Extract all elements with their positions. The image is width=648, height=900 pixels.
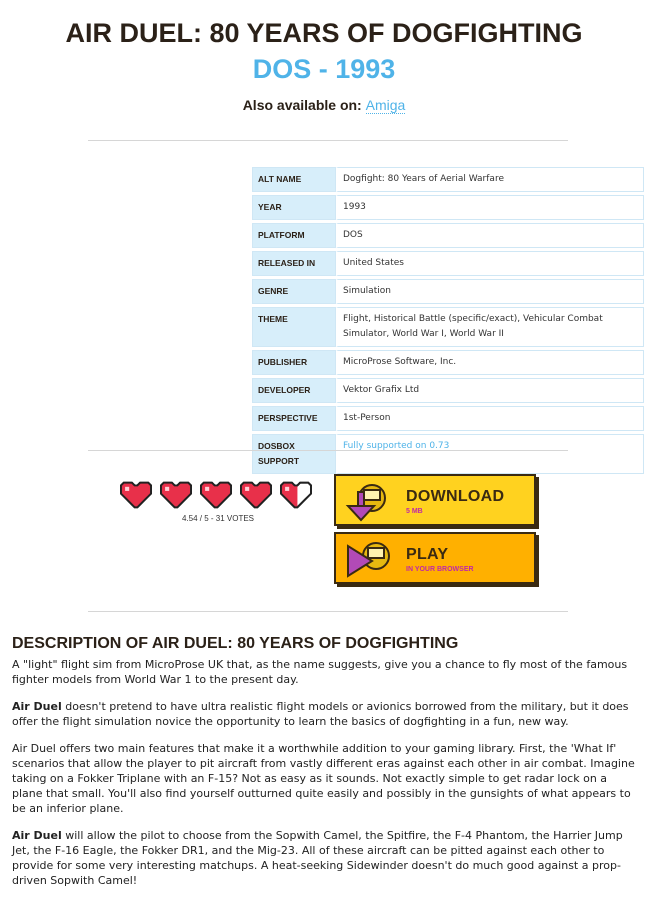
info-row: GENRE Simulation: [252, 279, 644, 304]
paragraph-text: will allow the pilot to choose from the …: [12, 829, 623, 887]
info-value: Dogfight: 80 Years of Aerial Warfare: [336, 167, 644, 192]
info-key: PLATFORM: [252, 223, 336, 248]
page-title: AIR DUEL: 80 YEARS OF DOGFIGHTING: [65, 18, 583, 48]
play-label: PLAY: [406, 546, 449, 563]
also-available-label: Also available on:: [242, 97, 362, 113]
info-row: PERSPECTIVE 1st-Person: [252, 406, 644, 431]
description-paragraph: A "light" flight sim from MicroProse UK …: [12, 658, 628, 686]
divider: [88, 611, 568, 612]
heart-icon[interactable]: [198, 480, 234, 510]
play-sub: IN YOUR BROWSER: [406, 566, 474, 573]
download-label: DOWNLOAD: [406, 488, 505, 505]
info-key: DOSBOX SUPPORT: [252, 434, 336, 474]
amiga-link[interactable]: Amiga: [365, 97, 406, 114]
info-value[interactable]: Fully supported on 0.73: [336, 434, 644, 474]
heart-icon[interactable]: [238, 480, 274, 510]
info-row: RELEASED IN United States: [252, 251, 644, 276]
info-key: PERSPECTIVE: [252, 406, 336, 431]
info-row: PLATFORM DOS: [252, 223, 644, 248]
info-key: RELEASED IN: [252, 251, 336, 276]
info-row: DOSBOX SUPPORT Fully supported on 0.73: [252, 434, 644, 474]
info-value: United States: [336, 251, 644, 276]
description-section: DESCRIPTION OF AIR DUEL: 80 YEARS OF DOG…: [12, 636, 638, 900]
info-value: MicroProse Software, Inc.: [336, 350, 644, 375]
info-row: THEME Flight, Historical Battle (specific…: [252, 307, 644, 347]
info-key: PUBLISHER: [252, 350, 336, 375]
game-name-bold: Air Duel: [12, 700, 62, 713]
game-name-bold: Air Duel: [12, 829, 62, 842]
info-row: PUBLISHER MicroProse Software, Inc.: [252, 350, 644, 375]
paragraph-text: doesn't pretend to have ultra realistic …: [12, 700, 629, 728]
game-info-table: ALT NAME Dogfight: 80 Years of Aerial War…: [252, 164, 644, 477]
info-key: YEAR: [252, 195, 336, 220]
info-key: THEME: [252, 307, 336, 347]
divider: [88, 450, 568, 451]
description-heading: DESCRIPTION OF AIR DUEL: 80 YEARS OF DOG…: [12, 635, 459, 652]
info-row: YEAR 1993: [252, 195, 644, 220]
info-row: DEVELOPER Vektor Grafix Ltd: [252, 378, 644, 403]
info-value: DOS: [336, 223, 644, 248]
description-paragraph: Air Duel doesn't pretend to have ultra r…: [12, 699, 638, 729]
info-row: ALT NAME Dogfight: 80 Years of Aerial War…: [252, 167, 644, 192]
download-size: 5 MB: [406, 508, 423, 515]
info-key: DEVELOPER: [252, 378, 336, 403]
rating-votes: 4.54 / 5 - 31 VOTES: [181, 514, 255, 523]
also-available: Also available on: Amiga: [0, 97, 648, 114]
download-button[interactable]: DOWNLOAD 5 MB: [334, 474, 536, 526]
info-value: Simulation: [336, 279, 644, 304]
info-value: 1st-Person: [336, 406, 644, 431]
play-disk-icon: [344, 540, 396, 584]
heart-icon[interactable]: [118, 480, 154, 510]
divider: [88, 140, 568, 141]
info-key: GENRE: [252, 279, 336, 304]
info-key: ALT NAME: [252, 167, 336, 192]
platform-year-subtitle: DOS - 1993: [252, 54, 396, 84]
download-disk-icon: [344, 482, 396, 526]
page: AIR DUEL: 80 YEARS OF DOGFIGHTING DOS - …: [0, 0, 648, 887]
heart-icon[interactable]: [278, 480, 314, 510]
play-button[interactable]: PLAY IN YOUR BROWSER: [334, 532, 536, 584]
info-value: Flight, Historical Battle (specific/exac…: [336, 307, 644, 347]
info-value: 1993: [336, 195, 644, 220]
description-paragraph: Air Duel offers two main features that m…: [12, 742, 635, 815]
heart-icon[interactable]: [158, 480, 194, 510]
rating-hearts[interactable]: [118, 480, 314, 510]
info-value: Vektor Grafix Ltd: [336, 378, 644, 403]
description-paragraph: Air Duel will allow the pilot to choose …: [12, 828, 638, 888]
